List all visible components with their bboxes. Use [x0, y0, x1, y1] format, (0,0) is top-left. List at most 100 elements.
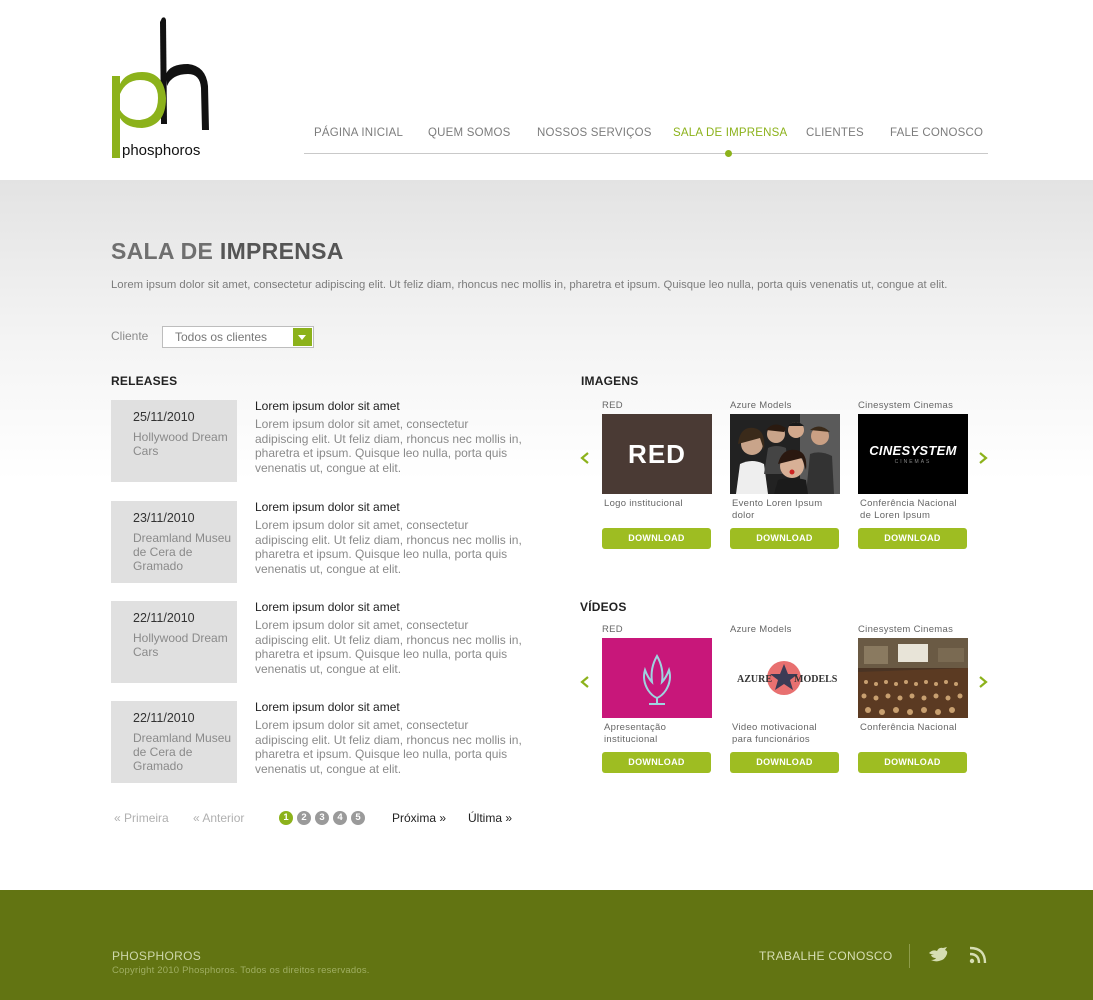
footer-work-with-us-link[interactable]: TRABALHE CONOSCO	[759, 949, 893, 963]
azure-models-logo: AZURE MODELS	[737, 661, 838, 695]
release-title-link[interactable]: Lorem ipsum dolor sit amet	[255, 700, 400, 714]
release-date: 22/11/2010	[133, 711, 195, 725]
release-summary: Lorem ipsum dolor sit amet, consectetur …	[255, 718, 522, 776]
release-summary: Lorem ipsum dolor sit amet, consectetur …	[255, 618, 522, 676]
cinesystem-logo-subtext: CINEMAS	[894, 459, 932, 465]
nav-item-contact[interactable]: FALE CONOSCO	[890, 127, 983, 139]
pagination-page-4[interactable]: 4	[333, 811, 347, 825]
release-meta-box: 25/11/2010 Hollywood Dream Cars	[111, 400, 237, 482]
chevron-left-icon[interactable]	[578, 675, 592, 689]
site-footer: PHOSPHOROS Copyright 2010 Phosphoros. To…	[0, 890, 1093, 1000]
release-item: 22/11/2010 Hollywood Dream Cars Lorem ip…	[111, 600, 531, 683]
release-client: Hollywood Dream Cars	[133, 631, 228, 659]
red-logo-text: RED	[628, 438, 686, 469]
release-summary: Lorem ipsum dolor sit amet, consectetur …	[255, 417, 522, 475]
pagination-page-2[interactable]: 2	[297, 811, 311, 825]
client-filter-label: Cliente	[111, 329, 149, 343]
svg-text:phosphoros: phosphoros	[122, 142, 200, 159]
release-meta-box: 22/11/2010 Dreamland Museu de Cera de Gr…	[111, 701, 237, 783]
pagination-next[interactable]: Próxima »	[392, 811, 446, 825]
images-heading: IMAGENS	[581, 374, 639, 388]
release-client: Hollywood Dream Cars	[133, 430, 228, 458]
release-item: 23/11/2010 Dreamland Museu de Cera de Gr…	[111, 500, 531, 583]
pagination-first-label: Primeira	[124, 811, 169, 825]
nav-item-clients[interactable]: CLIENTES	[806, 127, 864, 139]
nav-item-home[interactable]: PÁGINA INICIAL	[314, 127, 403, 139]
release-date: 23/11/2010	[133, 511, 195, 525]
group-photo-image	[730, 414, 840, 494]
download-button[interactable]: DOWNLOAD	[602, 752, 711, 773]
nav-item-press-room[interactable]: SALA DE IMPRENSA	[673, 127, 787, 139]
main-navigation: PÁGINA INICIAL QUEM SOMOS NOSSOS SERVIÇO…	[304, 120, 988, 154]
chevron-down-icon[interactable]	[293, 328, 312, 346]
site-header: phosphoros PÁGINA INICIAL QUEM SOMOS NOS…	[0, 0, 1093, 180]
release-title-link[interactable]: Lorem ipsum dolor sit amet	[255, 500, 400, 514]
pagination-first[interactable]: « Primeira	[114, 811, 169, 825]
image-thumbnail-red[interactable]: RED	[602, 414, 712, 494]
media-description: Logo institucional	[604, 498, 683, 509]
tulip-emblem-icon	[643, 654, 671, 705]
svg-text:AZURE: AZURE	[737, 674, 772, 685]
release-date: 22/11/2010	[133, 611, 195, 625]
pagination-prev-label: Anterior	[202, 811, 245, 825]
pagination-page-1[interactable]: 1	[279, 811, 293, 825]
active-nav-indicator	[725, 150, 732, 157]
download-button[interactable]: DOWNLOAD	[858, 528, 967, 549]
download-button[interactable]: DOWNLOAD	[858, 752, 967, 773]
video-thumbnail-red[interactable]	[602, 638, 712, 718]
video-thumbnail-azure-models[interactable]: AZURE MODELS	[730, 638, 840, 718]
page-title-bold: IMPRENSA	[219, 238, 344, 264]
download-button[interactable]: DOWNLOAD	[602, 528, 711, 549]
release-title-link[interactable]: Lorem ipsum dolor sit amet	[255, 399, 400, 413]
client-filter-select[interactable]: Todos os clientes	[162, 326, 314, 348]
footer-copyright: Copyright 2010 Phosphoros. Todos os dire…	[112, 965, 370, 976]
media-description: Video motivacional para funcionários	[732, 722, 817, 745]
cinesystem-logo-text: CINESYSTEM	[869, 443, 957, 458]
client-filter-value: Todos os clientes	[175, 330, 268, 344]
download-button[interactable]: DOWNLOAD	[730, 752, 839, 773]
chevron-right-icon[interactable]	[976, 451, 990, 465]
pagination-next-label: Próxima	[392, 811, 437, 825]
media-client: Cinesystem Cinemas	[858, 400, 954, 411]
release-item: 22/11/2010 Dreamland Museu de Cera de Gr…	[111, 700, 531, 783]
nav-item-about[interactable]: QUEM SOMOS	[428, 127, 511, 139]
double-chevron-left-icon: «	[114, 811, 121, 825]
pagination-page-3[interactable]: 3	[315, 811, 329, 825]
download-button[interactable]: DOWNLOAD	[730, 528, 839, 549]
twitter-bird-icon[interactable]	[927, 945, 949, 965]
release-title-link[interactable]: Lorem ipsum dolor sit amet	[255, 600, 400, 614]
rss-icon[interactable]	[968, 945, 990, 965]
videos-heading: VÍDEOS	[580, 600, 627, 614]
release-client: Dreamland Museu de Cera de Gramado	[133, 531, 232, 573]
auditorium-photo-image	[858, 638, 968, 718]
media-description: Evento Loren Ipsum dolor	[732, 498, 823, 521]
release-item: 25/11/2010 Hollywood Dream Cars Lorem ip…	[111, 399, 531, 482]
page-title: SALA DE IMPRENSA	[111, 238, 344, 265]
nav-item-services[interactable]: NOSSOS SERVIÇOS	[537, 127, 652, 139]
media-description: Conferência Nacional de Loren Ipsum	[860, 498, 957, 521]
media-description: Apresentação institucional	[604, 722, 667, 745]
release-summary: Lorem ipsum dolor sit amet, consectetur …	[255, 518, 522, 576]
page-intro: Lorem ipsum dolor sit amet, consectetur …	[111, 279, 948, 291]
pagination-prev[interactable]: « Anterior	[193, 811, 244, 825]
media-client: Cinesystem Cinemas	[858, 624, 954, 635]
media-client: RED	[602, 624, 623, 635]
chevron-left-icon[interactable]	[578, 451, 592, 465]
release-meta-box: 22/11/2010 Hollywood Dream Cars	[111, 601, 237, 683]
media-client: Azure Models	[730, 624, 792, 635]
svg-text:MODELS: MODELS	[794, 674, 838, 685]
image-thumbnail-azure-event[interactable]	[730, 414, 840, 494]
image-thumbnail-cinesystem[interactable]: CINESYSTEM CINEMAS	[858, 414, 968, 494]
media-client: Azure Models	[730, 400, 792, 411]
footer-divider	[909, 944, 910, 968]
site-logo[interactable]: phosphoros	[110, 14, 220, 160]
footer-brand: PHOSPHOROS	[112, 949, 202, 963]
chevron-right-icon[interactable]	[976, 675, 990, 689]
double-chevron-right-icon: »	[505, 811, 513, 825]
video-thumbnail-conference[interactable]	[858, 638, 968, 718]
pagination-last[interactable]: Última »	[468, 811, 512, 825]
media-client: RED	[602, 400, 623, 411]
pagination-page-5[interactable]: 5	[351, 811, 365, 825]
main-content: SALA DE IMPRENSA Lorem ipsum dolor sit a…	[0, 180, 1093, 890]
page-title-light: SALA DE	[111, 238, 220, 264]
